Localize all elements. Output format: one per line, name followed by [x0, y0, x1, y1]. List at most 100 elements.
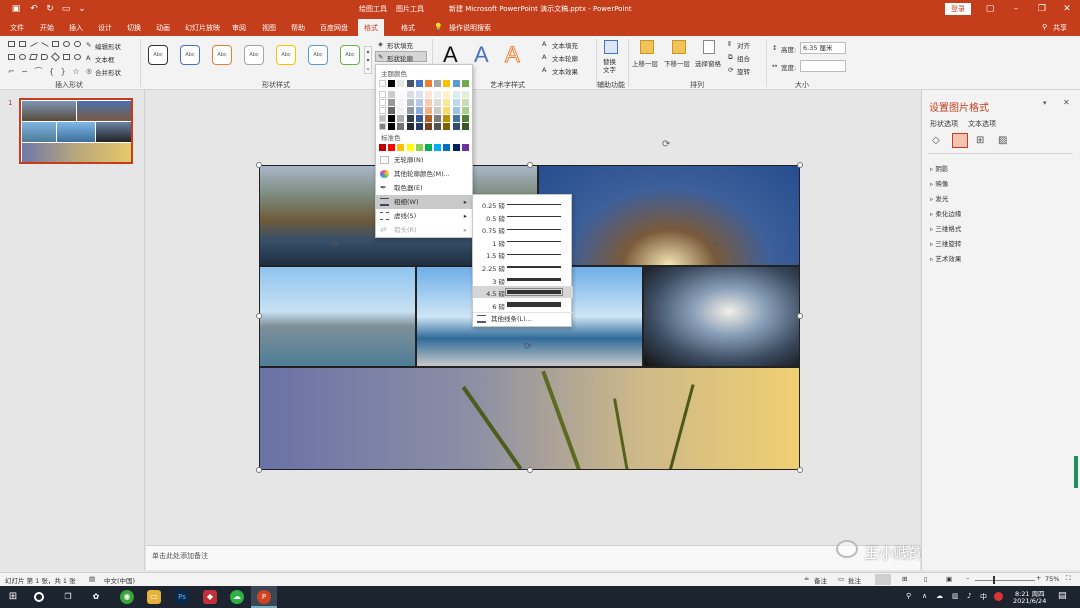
theme-color-swatch[interactable] [434, 99, 442, 106]
reading-view-icon[interactable]: ▯ [924, 575, 928, 583]
style-swatch-lightblue[interactable]: Abc [308, 45, 328, 65]
tab-shape-options[interactable]: 形状选项 [930, 119, 958, 129]
theme-color-swatch[interactable] [397, 123, 405, 130]
app-icon-1[interactable]: ✿ [89, 590, 103, 604]
person-tray-icon[interactable]: ⚲ [906, 592, 911, 600]
section-reflection[interactable]: ▹ 映像 [930, 178, 948, 188]
send-backward-icon[interactable] [672, 40, 686, 54]
section-glow[interactable]: ▹ 发光 [930, 193, 948, 203]
theme-color-swatch[interactable] [406, 123, 414, 130]
slide-thumbnail[interactable] [19, 98, 133, 164]
zoom-slider[interactable] [975, 580, 1035, 581]
search-icon[interactable] [34, 592, 44, 602]
theme-color-swatch[interactable] [425, 107, 432, 114]
ime-tray-icon[interactable]: 中 [980, 592, 987, 602]
zoom-level[interactable]: 75% [1045, 575, 1059, 583]
comments-button[interactable]: 批注 [848, 575, 861, 585]
pane-close-icon[interactable]: ✕ [1063, 98, 1070, 107]
wordart-style-orange[interactable]: A [505, 42, 521, 68]
theme-color-swatch[interactable] [443, 99, 451, 106]
browser-icon[interactable]: ◉ [120, 590, 134, 604]
photo-grass-sunset[interactable] [259, 367, 800, 470]
theme-color-swatch[interactable] [461, 123, 469, 130]
section-artistic-effects[interactable]: ▹ 艺术效果 [930, 253, 961, 263]
brace-shape-icons[interactable]: ⌐ ∽ ⌒ { } ☆ [8, 66, 81, 77]
theme-color-swatch[interactable] [434, 107, 442, 114]
zoom-in-icon[interactable]: + [1036, 574, 1041, 582]
powerpoint-icon[interactable]: P [257, 590, 271, 604]
square-shape-icon[interactable] [52, 41, 59, 47]
text-fill-button[interactable]: 文本填充 [552, 40, 578, 50]
theme-color-swatch[interactable] [443, 107, 451, 114]
standard-color-swatch[interactable] [415, 144, 423, 151]
theme-color-swatch[interactable] [452, 99, 460, 106]
login-button[interactable]: 登录 [945, 3, 971, 15]
bring-forward-icon[interactable] [640, 40, 654, 54]
slideshow-icon[interactable]: ▣ [946, 575, 952, 583]
line-shape-icon[interactable] [30, 42, 38, 47]
weight-option[interactable]: 0.75 磅 [473, 223, 573, 235]
windows-start-icon[interactable]: ⊞ [6, 590, 20, 604]
slide-sorter-icon[interactable]: ⊞ [902, 575, 907, 583]
save-icon[interactable]: ▣ [10, 3, 22, 15]
rectangle-shape-icon[interactable] [8, 41, 15, 47]
wordart-style-blue[interactable]: A [474, 42, 489, 68]
theme-color-swatch[interactable] [415, 80, 423, 87]
style-swatch-green[interactable]: Abc [340, 45, 360, 65]
theme-color-swatch[interactable] [388, 107, 396, 114]
theme-color-swatch[interactable] [443, 80, 451, 87]
wechat-icon[interactable]: ☁ [230, 590, 244, 604]
pane-options-icon[interactable]: ▾ [1043, 99, 1047, 107]
volume-tray-icon[interactable]: ♪ [967, 592, 971, 600]
tab-slideshow[interactable]: 幻灯片放映 [185, 23, 220, 33]
shape-outline-button[interactable]: 形状轮廓 [387, 53, 413, 63]
align-button[interactable]: 对齐 [737, 40, 750, 50]
section-3d-format[interactable]: ▹ 三维格式 [930, 223, 961, 233]
standard-color-swatch[interactable] [406, 144, 414, 151]
resize-handle[interactable] [256, 467, 262, 473]
clock-date[interactable]: 2021/6/24 [1013, 597, 1046, 605]
rotation-handle-icon[interactable]: ⟳ [662, 139, 670, 150]
theme-color-swatch[interactable] [415, 123, 423, 130]
selection-pane-icon[interactable] [703, 40, 715, 54]
section-soft-edges[interactable]: ▹ 柔化边缘 [930, 208, 961, 218]
size-properties-icon[interactable]: ⊞ [976, 135, 984, 146]
task-view-icon[interactable]: ❐ [61, 590, 75, 604]
customize-qat-icon[interactable]: ⌄ [76, 3, 88, 15]
theme-color-swatch[interactable] [443, 115, 451, 122]
resize-handle[interactable] [256, 313, 262, 319]
rounded-rect-shape-icon[interactable] [74, 41, 81, 47]
theme-color-swatch[interactable] [425, 115, 432, 122]
theme-color-swatch[interactable] [379, 123, 386, 130]
parallelogram-shape-icon[interactable] [29, 54, 38, 60]
theme-color-swatch[interactable] [388, 80, 396, 87]
theme-color-swatch[interactable] [388, 123, 396, 130]
tray-chevron-icon[interactable]: ∧ [922, 592, 927, 600]
theme-color-swatch[interactable] [397, 99, 405, 106]
tab-text-options[interactable]: 文本选项 [968, 119, 996, 129]
eyedropper-item[interactable]: ✒ 取色器(E) [376, 181, 472, 195]
theme-color-swatch[interactable] [379, 107, 386, 114]
arrow-shape-icon[interactable] [41, 42, 49, 47]
theme-color-swatch[interactable] [379, 115, 386, 122]
start-from-beginning-icon[interactable]: ▭ [60, 3, 72, 15]
text-box-button[interactable]: 文本框 [95, 54, 115, 64]
pdf-app-icon[interactable]: ◆ [203, 590, 217, 604]
theme-color-swatch[interactable] [406, 99, 414, 106]
textbox-shape-icon[interactable] [19, 41, 26, 47]
rotate-button[interactable]: 旋转 [737, 66, 750, 76]
text-effects-button[interactable]: 文本效果 [552, 66, 578, 76]
weight-option[interactable]: 0.25 磅 [473, 198, 573, 210]
standard-color-swatch[interactable] [379, 144, 386, 151]
theme-color-swatch[interactable] [452, 80, 460, 87]
theme-color-swatch[interactable] [388, 91, 396, 98]
theme-color-swatch[interactable] [461, 107, 469, 114]
theme-color-swatch[interactable] [415, 99, 423, 106]
selection-pane-button[interactable]: 选择窗格 [695, 58, 721, 68]
theme-color-swatch[interactable] [406, 80, 414, 87]
photoshop-icon[interactable]: Ps [175, 590, 189, 604]
no-outline-item[interactable]: 无轮廓(N) [376, 153, 472, 167]
rotation-handle-icon[interactable]: ⟳ [331, 240, 339, 250]
share-button[interactable]: 共享 [1053, 23, 1067, 33]
theme-color-swatch[interactable] [397, 91, 405, 98]
